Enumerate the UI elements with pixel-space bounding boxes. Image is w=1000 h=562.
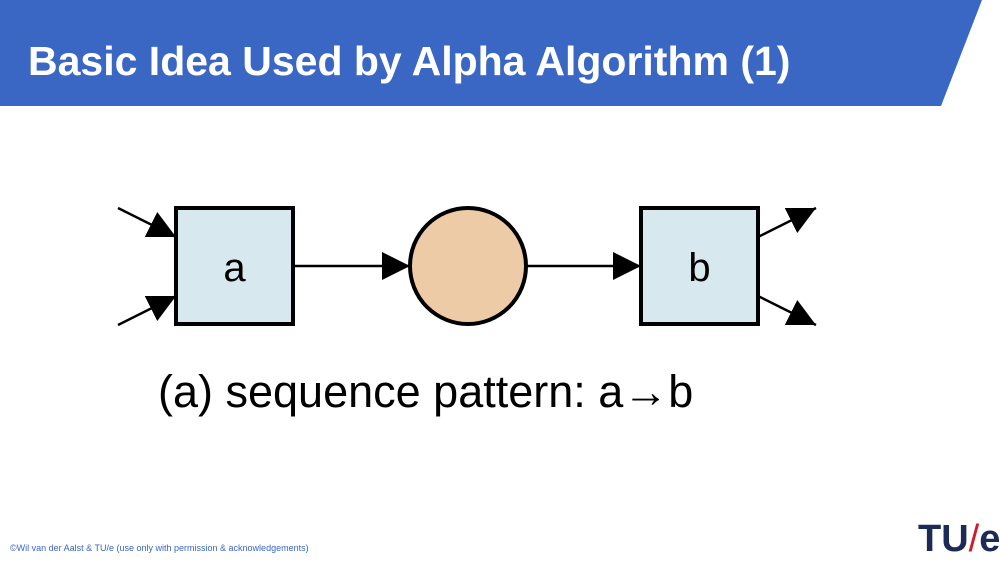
petri-net-diagram: a b — [117, 206, 817, 327]
diagram-caption: (a) sequence pattern: a→b — [158, 366, 694, 417]
transition-a-label: a — [223, 246, 246, 290]
logo-text-tu: TU — [918, 518, 969, 560]
input-arc-2 — [117, 294, 177, 327]
output-arc-1 — [757, 206, 817, 239]
output-arc-2 — [757, 294, 817, 327]
logo-text-e: e — [979, 518, 1000, 560]
place-p1 — [408, 206, 528, 326]
tue-logo: TU/e — [918, 518, 1000, 562]
transition-b-label: b — [688, 246, 710, 290]
input-arc-1 — [117, 206, 177, 239]
logo-slash: / — [968, 518, 980, 560]
copyright-notice: ©Wil van der Aalst & TU/e (use only with… — [10, 543, 309, 553]
